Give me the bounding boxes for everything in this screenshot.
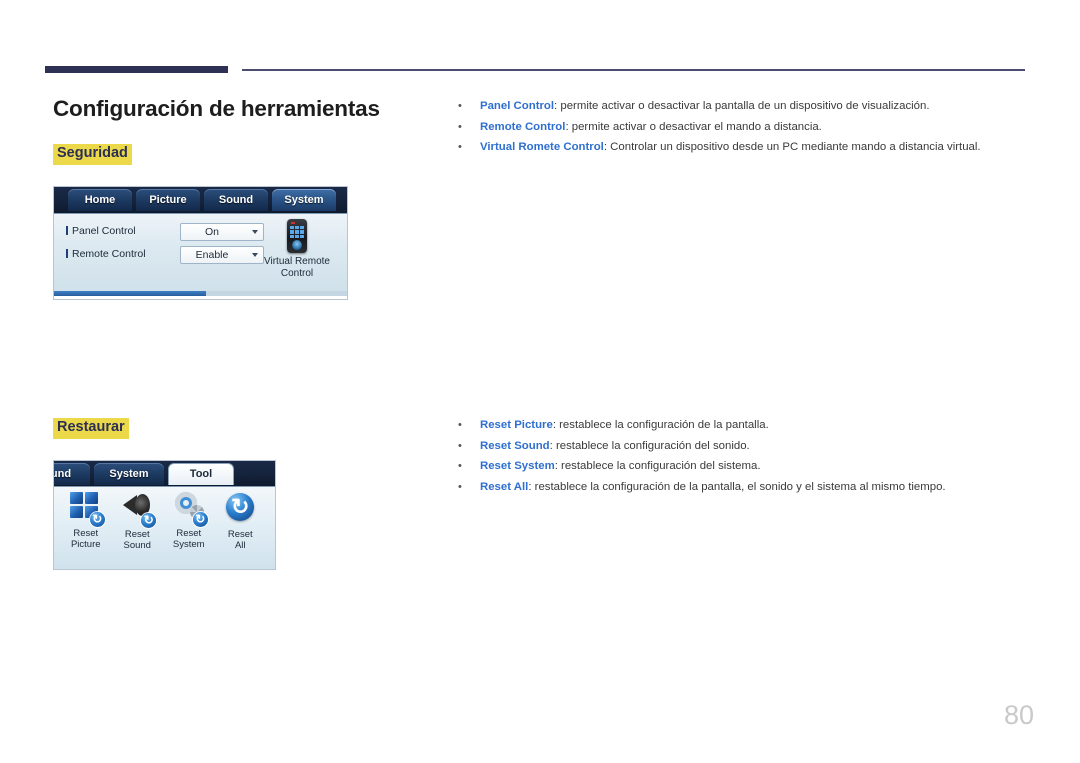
list-item: • Panel Control: permite activar o desac… [458,99,1018,113]
header-rule-thick [45,66,228,73]
tab-home[interactable]: Home [68,189,132,211]
reset-system-button[interactable]: Reset System [163,492,215,550]
bullet-term: Reset System [480,460,555,472]
reset-system-icon [172,492,208,527]
bullet-term: Virtual Romete Control [480,141,604,153]
reset-all-icon [223,493,257,527]
reset-system-label: Reset System [163,528,215,550]
osd-tab-bar: Home Picture Sound System [54,187,347,213]
list-item: • Reset All: restablece la configuración… [458,480,1018,494]
reset-sound-line1: Reset [124,529,150,540]
screenshot-security-panel: Home Picture Sound System Panel Control … [53,186,348,300]
remote-dpad-icon [292,240,302,250]
bullet-list-seguridad: • Panel Control: permite activar o desac… [458,99,1018,161]
field-label-panel-control: Panel Control [66,225,136,237]
bullet-dot-icon: • [458,439,462,452]
list-item: • Reset System: restablece la configurac… [458,459,1018,473]
tab-tool[interactable]: Tool [168,463,234,485]
reset-picture-line1: Reset [73,528,99,539]
reset-picture-icon [69,492,105,527]
bullet-dot-icon: • [458,120,462,133]
tab-system[interactable]: System [94,463,164,485]
refresh-badge-icon [89,511,105,527]
section-heading-restaurar: Restaurar [53,418,129,439]
bullet-term: Reset Sound [480,439,550,452]
list-item: • Reset Picture: restablece la configura… [458,418,1018,432]
remote-led-indicator [291,222,295,224]
refresh-badge-icon [192,511,208,527]
reset-options-row: Reset Picture Reset Sound [60,492,266,551]
osd-panel-body: Panel Control On Remote Control Enable V… [54,213,347,296]
bullet-term: Reset Picture [480,419,553,431]
page-number: 80 [1003,700,1034,730]
panel-control-dropdown[interactable]: On [180,223,264,241]
reset-all-line1: Reset [227,529,253,540]
reset-sound-label: Reset Sound [112,529,164,551]
reset-sound-button[interactable]: Reset Sound [112,492,164,551]
bullet-desc: : permite activar o desactivar la pantal… [554,100,930,112]
horizontal-scrollbar[interactable] [54,291,347,296]
bullet-dot-icon: • [458,100,462,112]
page-title: Configuración de herramientas [53,96,380,121]
bullet-term: Reset All [480,480,529,493]
reset-picture-button[interactable]: Reset Picture [60,492,112,550]
reset-picture-label: Reset Picture [60,528,112,550]
reset-system-line1: Reset [176,528,202,539]
screenshot-reset-panel: und System Tool Reset Picture [53,460,276,570]
refresh-circle-icon [226,493,255,521]
bullet-desc: : restablece la configuración del sistem… [554,460,761,472]
section-heading-seguridad: Seguridad [53,144,132,165]
reset-picture-line2: Picture [70,539,101,550]
osd-panel-body: Reset Picture Reset Sound [54,486,275,569]
bullet-dot-icon: • [458,141,462,153]
reset-all-line2: All [234,540,246,551]
reset-sound-icon [120,493,157,528]
refresh-badge-icon [141,512,157,528]
bullet-desc: : restablece la configuración de la pant… [552,419,769,431]
bullet-desc: : permite activar o desactivar el mando … [565,120,822,133]
list-item: • Virtual Romete Control: Controlar un d… [458,140,1018,154]
list-item: • Remote Control: permite activar o desa… [458,120,1018,134]
tab-system[interactable]: System [272,189,336,211]
bullet-term: Panel Control [480,100,555,112]
virtual-remote-control-button[interactable]: Virtual Remote Control [254,219,340,280]
vrc-label-line1: Virtual Remote [264,256,330,267]
remote-control-dropdown[interactable]: Enable [180,246,264,264]
bullet-dot-icon: • [458,480,462,493]
tab-sound-partial[interactable]: und [54,463,90,485]
tab-picture[interactable]: Picture [136,189,200,211]
osd-tab-bar: und System Tool [54,461,275,486]
field-label-remote-control: Remote Control [66,248,146,260]
bullet-desc: : restablece la configuración del sonido… [549,439,750,452]
bullet-list-restaurar: • Reset Picture: restablece la configura… [458,418,1018,500]
list-item: • Reset Sound: restablece la configuraci… [458,439,1018,453]
panel-control-value: On [204,226,219,238]
bullet-dot-icon: • [458,460,462,472]
bullet-dot-icon: • [458,419,462,431]
remote-control-value: Enable [195,249,229,261]
remote-control-icon [287,219,307,253]
tab-sound[interactable]: Sound [204,189,268,211]
remote-keypad-icon [290,226,304,238]
reset-system-line2: System [172,539,205,550]
reset-all-label: Reset All [215,529,267,551]
bullet-desc: : Controlar un dispositivo desde un PC m… [603,141,981,153]
reset-sound-line2: Sound [123,540,151,551]
bullet-term: Remote Control [480,120,566,133]
virtual-remote-control-label: Virtual Remote Control [254,256,340,280]
bullet-desc: : restablece la configuración de la pant… [528,480,946,493]
header-rule-thin [242,69,1025,71]
scrollbar-thumb[interactable] [54,291,207,296]
vrc-label-line2: Control [280,268,314,279]
reset-all-button[interactable]: Reset All [215,492,267,551]
